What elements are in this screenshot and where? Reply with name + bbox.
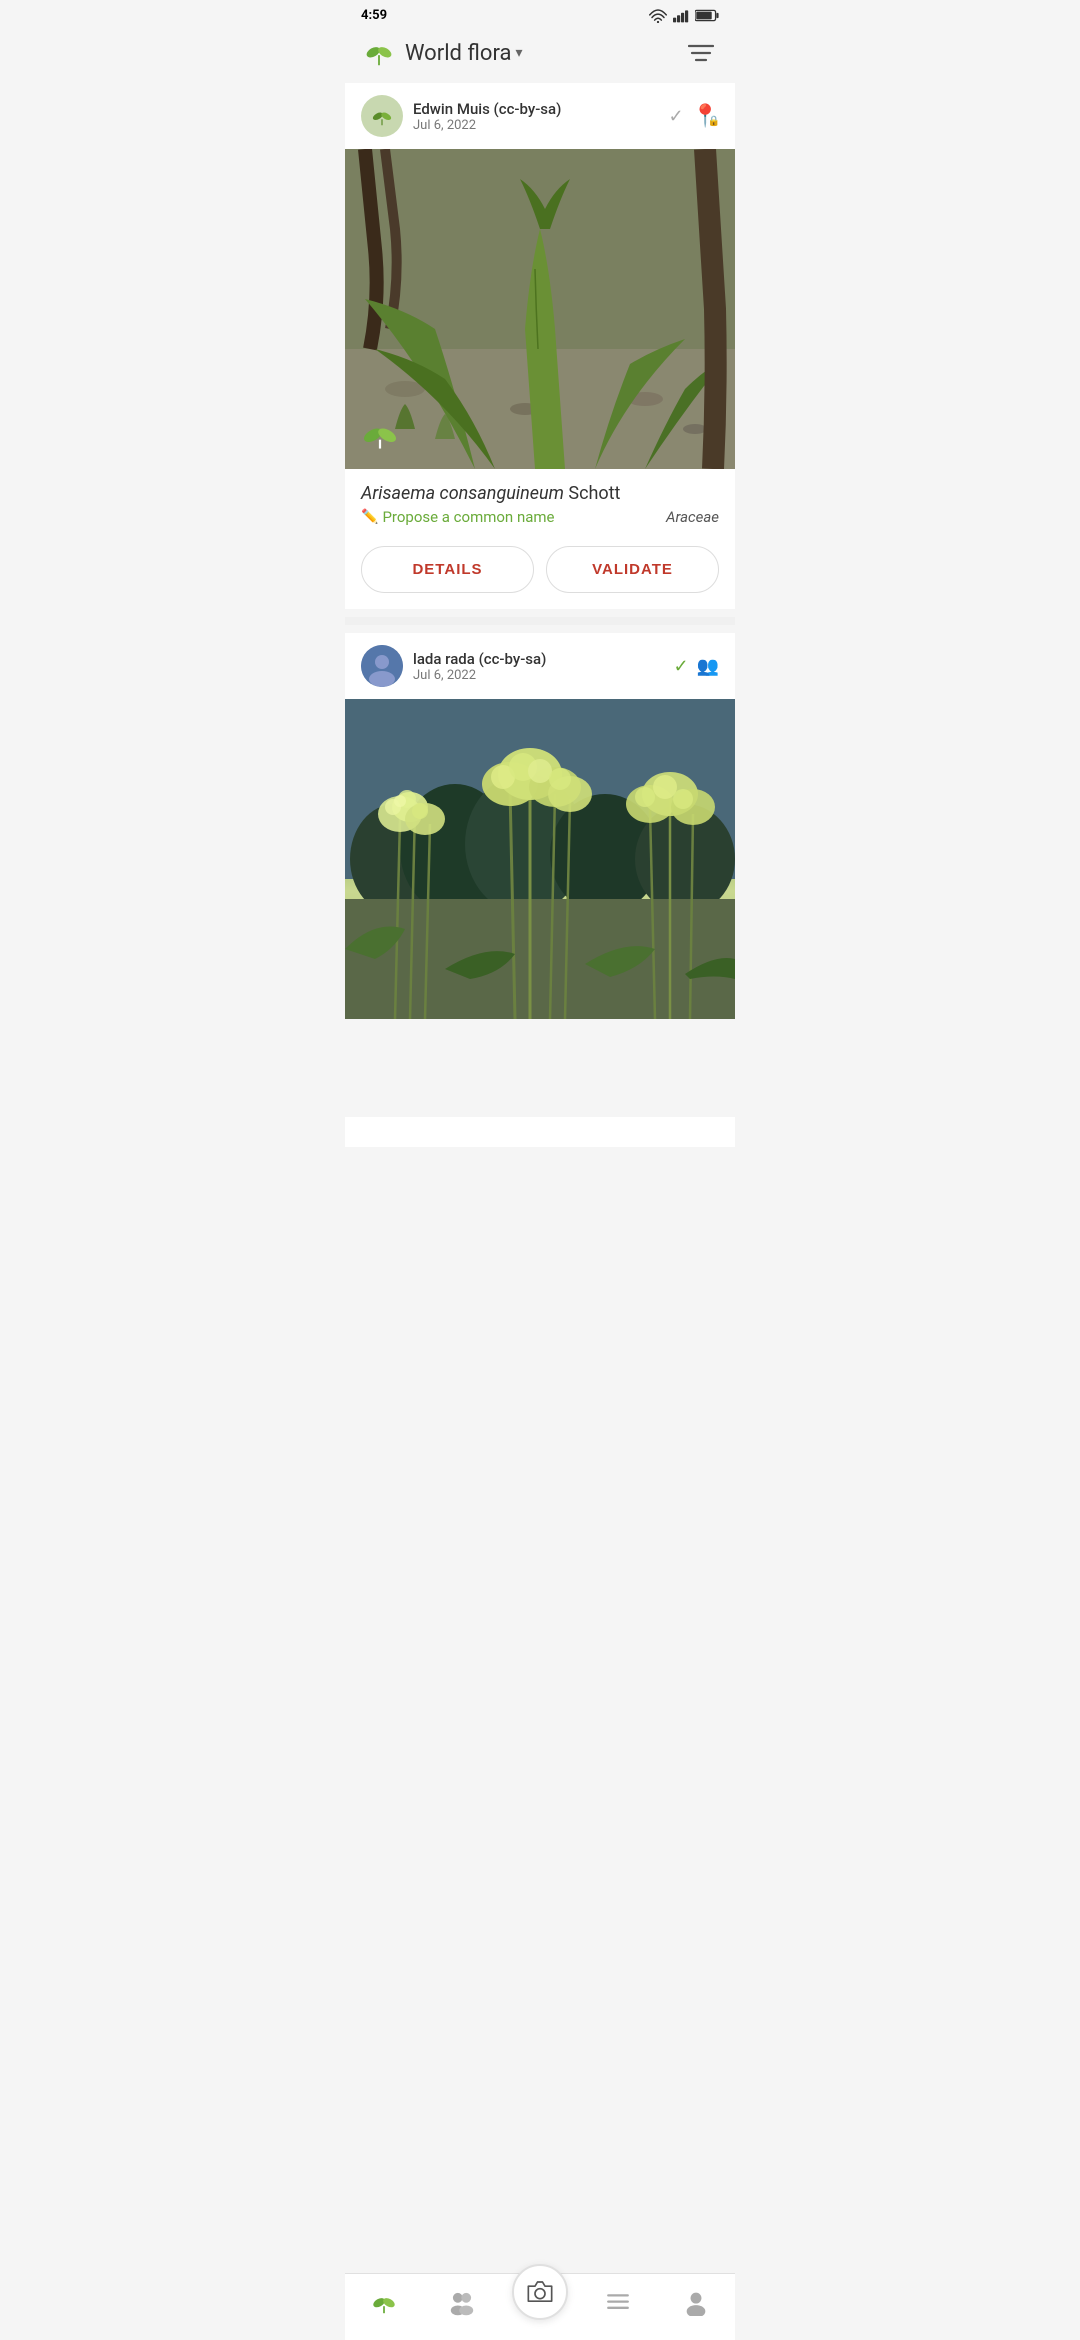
species-author-1: Schott (568, 483, 620, 504)
app-logo-icon (361, 35, 397, 71)
species-row-1: ✏️ Propose a common name Araceae (361, 508, 719, 526)
status-bar: 4:59 (345, 0, 735, 27)
card-user-info-1: Edwin Muis (cc-by-sa) Jul 6, 2022 (413, 100, 659, 133)
user-avatar-2 (361, 645, 403, 687)
battery-icon (695, 9, 719, 22)
plant-illustration-2 (345, 699, 735, 1019)
bottom-navigation (345, 2273, 735, 2340)
filter-icon (688, 42, 714, 64)
status-icons (649, 9, 719, 23)
wifi-icon (649, 9, 667, 23)
username-2: lada rada (cc-by-sa) (413, 650, 663, 668)
date-2: Jul 6, 2022 (413, 668, 663, 683)
list-icon (604, 2288, 632, 2316)
plant-image-1[interactable] (345, 149, 735, 469)
card-separator (345, 617, 735, 625)
filter-button[interactable] (683, 35, 719, 71)
card-header-1: Edwin Muis (cc-by-sa) Jul 6, 2022 ✓ 📍 🔒 (345, 83, 735, 149)
observation-card-2: lada rada (cc-by-sa) Jul 6, 2022 ✓ 👥 (345, 633, 735, 1019)
validate-button[interactable]: VALIDATE (546, 546, 719, 593)
status-time: 4:59 (361, 8, 387, 23)
user-avatar-1 (361, 95, 403, 137)
propose-pencil-icon: ✏️ (361, 509, 378, 525)
nav-item-community[interactable] (423, 2288, 501, 2316)
app-title-row[interactable]: World flora ▾ (405, 41, 522, 66)
user-group-icon: 👥 (697, 656, 719, 677)
avatar-photo-icon (361, 645, 403, 687)
leaf-logo-overlay (357, 413, 403, 457)
card-header-icons-2: ✓ 👥 (673, 656, 719, 677)
nav-item-profile[interactable] (657, 2288, 735, 2316)
nav-item-list[interactable] (579, 2288, 657, 2316)
date-1: Jul 6, 2022 (413, 118, 659, 133)
camera-icon (525, 2279, 555, 2305)
camera-button[interactable] (512, 2264, 568, 2320)
observation-card-1: Edwin Muis (cc-by-sa) Jul 6, 2022 ✓ 📍 🔒 (345, 83, 735, 609)
propose-name-link[interactable]: ✏️ Propose a common name (361, 508, 555, 526)
card-header-2: lada rada (cc-by-sa) Jul 6, 2022 ✓ 👥 (345, 633, 735, 699)
checkmark-icon-1: ✓ (669, 106, 684, 127)
action-buttons-1: DETAILS VALIDATE (345, 534, 735, 609)
details-button[interactable]: DETAILS (361, 546, 534, 593)
home-leaf-icon (370, 2288, 398, 2316)
header-left: World flora ▾ (361, 35, 522, 71)
community-icon (448, 2288, 476, 2316)
location-icon-container: 📍 🔒 (692, 104, 719, 129)
app-header: World flora ▾ (345, 27, 735, 83)
species-info-1: Arisaema consanguineum Schott ✏️ Propose… (345, 469, 735, 534)
nav-item-home[interactable] (345, 2288, 423, 2316)
plant-image-2[interactable] (345, 699, 735, 1019)
dropdown-arrow-icon: ▾ (515, 45, 522, 61)
species-name-1: Arisaema consanguineum Schott (361, 483, 719, 504)
plant-illustration-1 (345, 149, 735, 469)
overlay-logo-icon (357, 413, 403, 453)
app-title: World flora (405, 41, 511, 66)
nav-item-camera[interactable] (501, 2284, 579, 2320)
avatar-leaf-icon (367, 102, 397, 130)
checkmark-green-icon: ✓ (673, 656, 688, 677)
family-name-1: Araceae (666, 508, 719, 526)
card-header-icons-1: ✓ 📍 🔒 (669, 104, 720, 129)
propose-name-text: Propose a common name (382, 508, 554, 526)
bottom-spacer (345, 1117, 735, 1147)
location-lock-icon: 🔒 (707, 115, 721, 129)
signal-icon (673, 9, 689, 23)
card-user-info-2: lada rada (cc-by-sa) Jul 6, 2022 (413, 650, 663, 683)
profile-icon (682, 2288, 710, 2316)
username-1: Edwin Muis (cc-by-sa) (413, 100, 659, 118)
